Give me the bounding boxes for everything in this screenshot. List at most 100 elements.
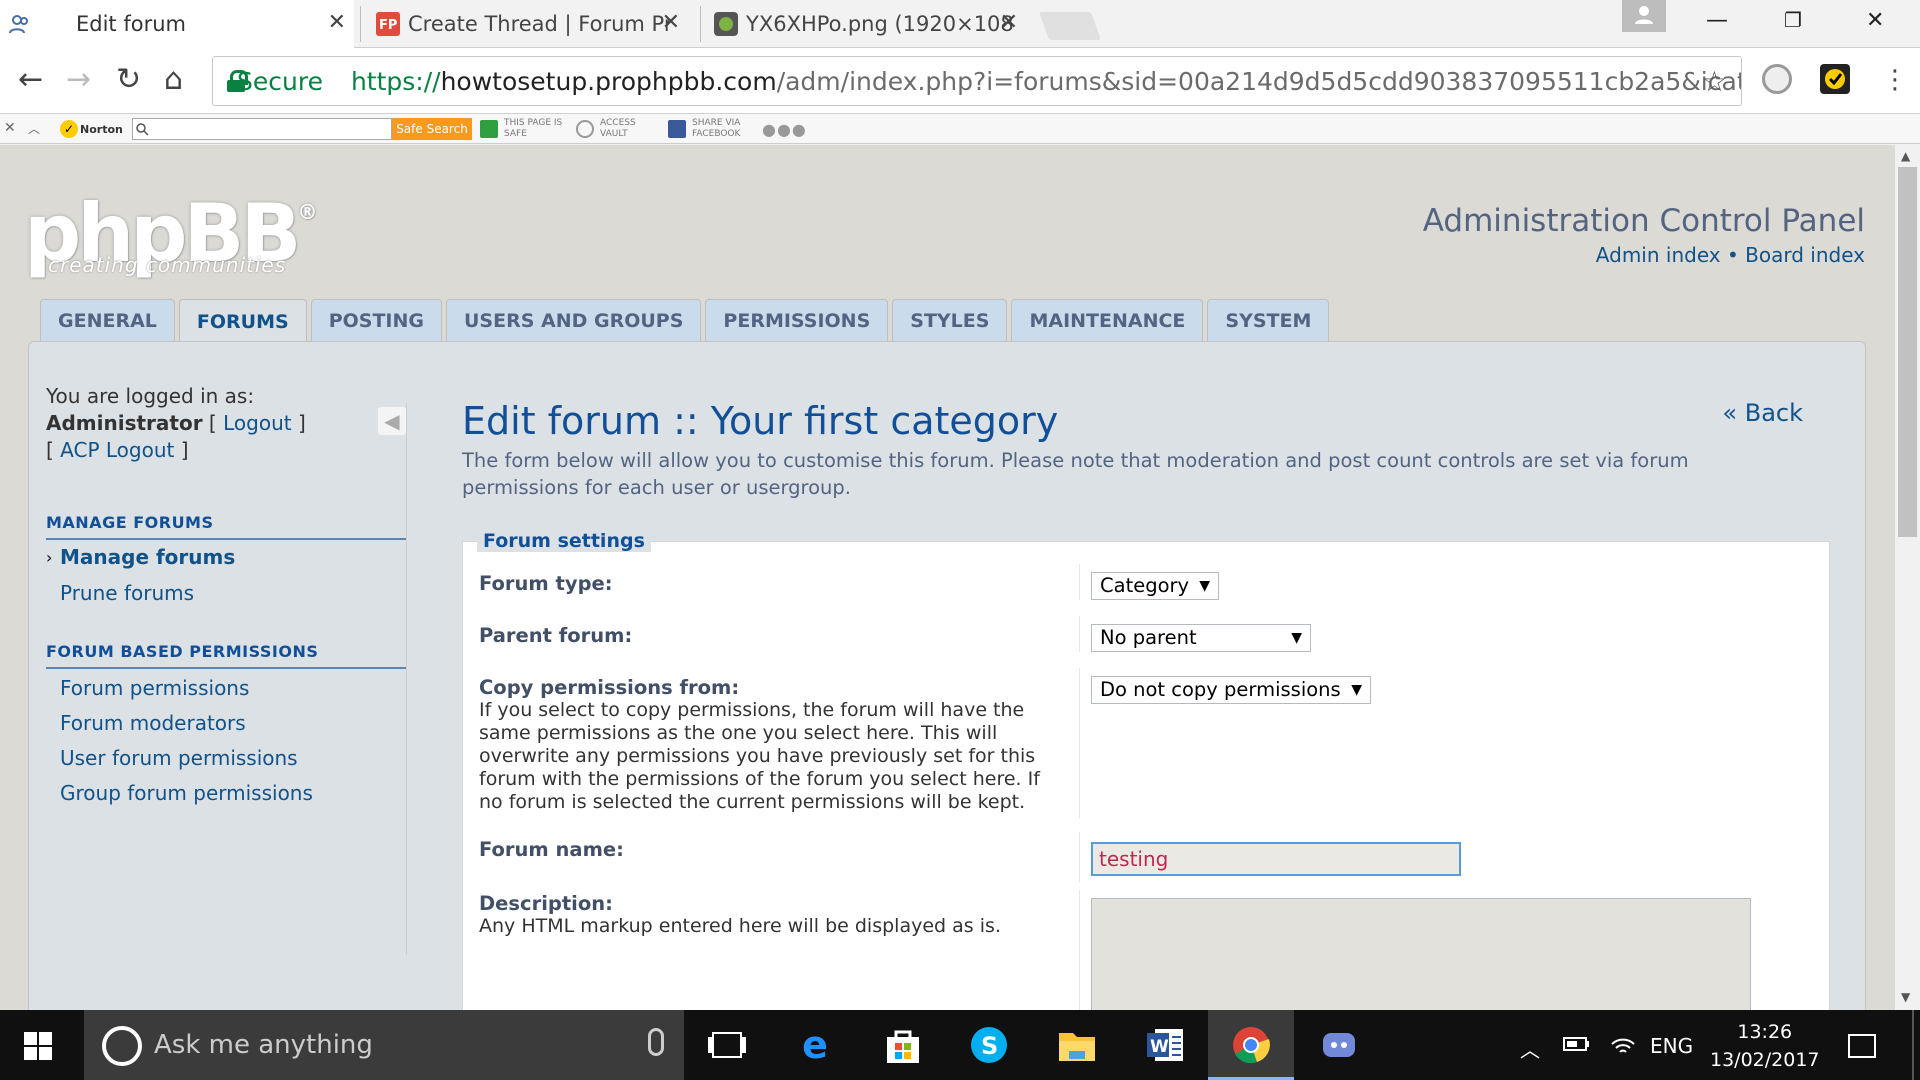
column-divider — [1079, 564, 1080, 600]
sidebar-item-group-forum-permissions[interactable]: Group forum permissions — [60, 781, 313, 805]
browser-tab-title: Edit forum — [76, 12, 186, 36]
back-arrow-icon[interactable]: ← — [18, 62, 43, 98]
close-tab-icon[interactable]: ✕ — [1000, 10, 1018, 35]
forum-type-select[interactable]: Category ▼ — [1091, 572, 1219, 600]
facebook-icon — [668, 120, 686, 138]
collapse-sidebar-icon[interactable]: ◀ — [378, 407, 406, 435]
chevron-down-icon: ▼ — [1351, 682, 1362, 698]
tray-chevron-up-icon[interactable]: ︿ — [1520, 1034, 1540, 1063]
description-textarea[interactable] — [1091, 898, 1751, 1010]
file-explorer-icon[interactable] — [1054, 1022, 1100, 1068]
system-clock[interactable]: 13:26 13/02/2017 — [1710, 1018, 1820, 1074]
browser-tab-image[interactable]: YX6XHPo.png (1920×108 ✕ — [706, 0, 1026, 48]
close-tab-icon[interactable]: ✕ — [662, 10, 680, 35]
close-tab-icon[interactable]: ✕ — [328, 10, 346, 35]
acp-logout-link[interactable]: ACP Logout — [60, 438, 174, 462]
forward-arrow-icon[interactable]: → — [66, 62, 91, 98]
store-icon[interactable] — [880, 1022, 926, 1068]
share-facebook-button[interactable]: SHARE VIA FACEBOOK — [668, 118, 748, 140]
scroll-up-icon[interactable]: ▲ — [1901, 149, 1910, 163]
more-options-icon[interactable]: ●●● — [762, 120, 807, 139]
tab-forums[interactable]: FORUMS — [178, 299, 307, 343]
intro-text: The form below will allow you to customi… — [462, 449, 1689, 499]
page-scrollbar[interactable]: ▲ ▼ — [1895, 145, 1920, 1010]
logout-link[interactable]: Logout — [223, 411, 291, 435]
sidebar-item-forum-moderators[interactable]: Forum moderators — [60, 711, 246, 735]
home-icon[interactable]: ⌂ — [164, 62, 183, 98]
tab-permissions[interactable]: PERMISSIONS — [705, 299, 889, 341]
menu-kebab-icon[interactable]: ⋮ — [1882, 62, 1908, 98]
sidebar-item-prune-forums[interactable]: Prune forums — [60, 581, 194, 605]
new-tab-button[interactable] — [1038, 12, 1102, 40]
edge-icon[interactable]: e — [792, 1022, 838, 1068]
menu-heading-manage-forums: MANAGE FORUMS — [46, 513, 406, 540]
word-icon[interactable]: W — [1142, 1022, 1188, 1068]
tab-general[interactable]: GENERAL — [40, 299, 175, 341]
bookmark-star-icon[interactable]: ☆ — [1702, 65, 1727, 98]
vault-icon — [576, 120, 594, 138]
tab-system[interactable]: SYSTEM — [1207, 299, 1330, 341]
browser-tab-edit-forum[interactable]: Edit forum ✕ — [0, 0, 354, 48]
extension-icon[interactable] — [1762, 64, 1792, 94]
sidebar-item-manage-forums[interactable]: Manage forums — [60, 545, 235, 569]
wifi-icon[interactable] — [1608, 1034, 1638, 1063]
tab-styles[interactable]: STYLES — [892, 299, 1008, 341]
chevron-down-icon: ▼ — [1199, 578, 1210, 594]
search-icon — [136, 123, 149, 136]
chrome-icon[interactable] — [1228, 1022, 1274, 1068]
minimize-icon[interactable]: — — [1706, 8, 1728, 33]
browser-tab-create-thread[interactable]: FP Create Thread | Forum Pr ✕ — [368, 0, 688, 48]
access-vault-button[interactable]: ACCESS VAULT — [576, 118, 644, 140]
show-desktop-button[interactable] — [1912, 1010, 1914, 1080]
page-safe-label: THIS PAGE IS SAFE — [504, 118, 563, 139]
forum-name-input[interactable]: testing — [1091, 842, 1461, 876]
sidebar-item-forum-permissions[interactable]: Forum permissions — [60, 676, 249, 700]
scrollbar-thumb[interactable] — [1898, 167, 1917, 537]
board-index-link[interactable]: Board index — [1745, 243, 1865, 267]
norton-check-icon: ✓ — [60, 120, 78, 138]
collapse-toolbar-icon[interactable]: ︿ — [28, 120, 40, 137]
browser-toolbar: ← → ↻ ⌂ Secure https:// howtosetup.proph… — [0, 48, 1920, 114]
description-label: Description: — [479, 892, 613, 915]
back-link[interactable]: « Back — [1722, 399, 1803, 427]
copy-permissions-select[interactable]: Do not copy permissions ▼ — [1091, 676, 1371, 704]
safe-search-button[interactable]: Safe Search — [392, 118, 472, 140]
copy-permissions-label: Copy permissions from: — [479, 676, 740, 699]
reload-icon[interactable]: ↻ — [116, 62, 141, 98]
logo-tagline: creating communities — [48, 253, 287, 277]
language-indicator[interactable]: ENG — [1650, 1034, 1693, 1058]
forum-settings-fieldset: Forum settings Forum type: Category ▼ Pa… — [462, 530, 1830, 1010]
tab-posting[interactable]: POSTING — [310, 299, 442, 341]
parent-forum-select[interactable]: No parent ▼ — [1091, 624, 1311, 652]
cortana-search-box[interactable]: Ask me anything — [84, 1010, 684, 1080]
norton-search-input[interactable] — [132, 118, 392, 140]
restore-icon[interactable]: ❐ — [1784, 8, 1802, 32]
tab-separator — [360, 6, 361, 42]
microphone-icon[interactable] — [648, 1028, 664, 1056]
link-bullet: • — [1726, 243, 1739, 267]
discord-icon[interactable] — [1316, 1022, 1362, 1068]
access-vault-label: ACCESS VAULT — [600, 118, 636, 139]
close-window-icon[interactable]: ✕ — [1866, 8, 1884, 33]
browser-tab-title: YX6XHPo.png (1920×108 — [746, 12, 1014, 36]
tab-users-and-groups[interactable]: USERS AND GROUPS — [445, 299, 702, 341]
parent-forum-label: Parent forum: — [479, 624, 633, 647]
close-toolbar-icon[interactable]: ✕ — [4, 120, 16, 136]
norton-extension-icon[interactable] — [1820, 64, 1850, 94]
sidebar-item-user-forum-permissions[interactable]: User forum permissions — [60, 746, 298, 770]
windows-start-icon[interactable] — [24, 1032, 52, 1060]
forum-name-label: Forum name: — [479, 838, 624, 861]
active-item-arrow-icon: › — [46, 548, 53, 567]
skype-icon[interactable]: S — [966, 1022, 1012, 1068]
action-center-icon[interactable] — [1848, 1034, 1876, 1058]
battery-icon[interactable] — [1562, 1034, 1592, 1059]
page-safe-indicator[interactable]: THIS PAGE IS SAFE — [480, 118, 564, 140]
task-view-icon[interactable] — [704, 1022, 750, 1068]
scroll-down-icon[interactable]: ▼ — [1901, 990, 1910, 1004]
tab-maintenance[interactable]: MAINTENANCE — [1011, 299, 1204, 341]
url-path: /adm/index.php?i=forums&sid=00a214d9d5d5… — [776, 66, 1741, 96]
profile-icon[interactable] — [1622, 0, 1666, 32]
logged-in-label: You are logged in as: — [46, 384, 255, 408]
admin-index-link[interactable]: Admin index — [1596, 243, 1721, 267]
address-bar[interactable]: Secure https:// howtosetup.prophpbb.com … — [212, 56, 1742, 106]
